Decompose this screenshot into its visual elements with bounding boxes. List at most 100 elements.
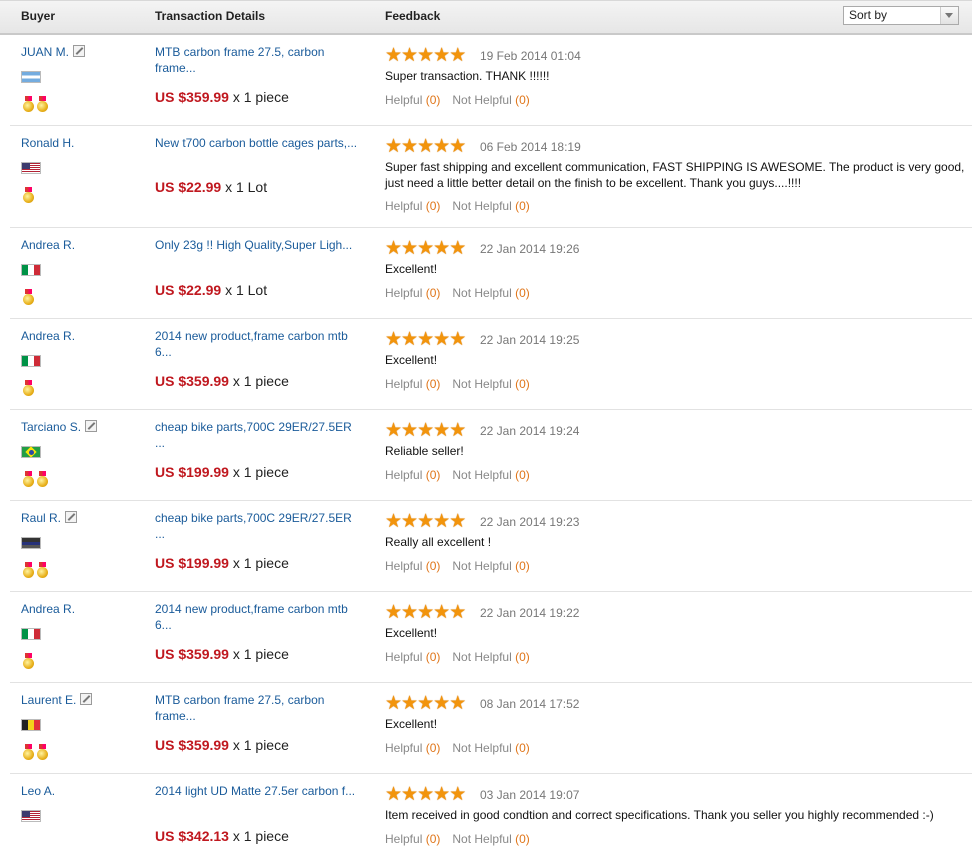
buyer-name-link[interactable]: Laurent E. xyxy=(21,693,93,707)
price-quantity: US $359.99 x 1 piece xyxy=(155,89,289,105)
chevron-down-icon[interactable] xyxy=(940,7,958,24)
table-row: Andrea R. 2014 new product,frame carbon m… xyxy=(10,318,972,410)
price-amount: US $359.99 xyxy=(155,737,229,753)
star-icon: ★ xyxy=(433,136,451,157)
helpful-votes: Helpful (0) Not Helpful (0) xyxy=(385,93,530,107)
edit-icon[interactable] xyxy=(85,420,98,432)
not-helpful-link[interactable]: Not Helpful xyxy=(452,559,511,573)
not-helpful-link[interactable]: Not Helpful xyxy=(452,741,511,755)
star-icon: ★ xyxy=(385,45,403,66)
buyer-name-link[interactable]: JUAN M. xyxy=(21,45,85,59)
helpful-link[interactable]: Helpful xyxy=(385,286,422,300)
star-icon: ★ xyxy=(401,136,419,157)
price-amount: US $359.99 xyxy=(155,373,229,389)
buyer-level-medals xyxy=(23,744,51,760)
table-row: Ronald H. New t700 carbon bottle cages pa… xyxy=(10,125,972,228)
price-quantity: US $22.99 x 1 Lot xyxy=(155,179,267,195)
star-icon: ★ xyxy=(385,693,403,714)
helpful-votes: Helpful (0) Not Helpful (0) xyxy=(385,286,530,300)
price-quantity: US $199.99 x 1 piece xyxy=(155,464,289,480)
price-amount: US $199.99 xyxy=(155,555,229,571)
helpful-link[interactable]: Helpful xyxy=(385,199,422,213)
not-helpful-link[interactable]: Not Helpful xyxy=(452,199,511,213)
medal-icon xyxy=(23,289,34,305)
star-icon: ★ xyxy=(401,238,419,259)
buyer-name-link[interactable]: Leo A. xyxy=(21,784,55,798)
helpful-link[interactable]: Helpful xyxy=(385,832,422,846)
buyer-name[interactable]: Ronald H. xyxy=(21,136,74,150)
not-helpful-link[interactable]: Not Helpful xyxy=(452,468,511,482)
helpful-link[interactable]: Helpful xyxy=(385,377,422,391)
not-helpful-count: (0) xyxy=(515,468,530,482)
product-title-link[interactable]: 2014 new product,frame carbon mtb 6... xyxy=(155,328,365,360)
product-title-link[interactable]: MTB carbon frame 27.5, carbon frame... xyxy=(155,692,365,724)
country-flag-icon xyxy=(21,628,41,640)
star-icon: ★ xyxy=(417,784,435,805)
buyer-name[interactable]: Laurent E. xyxy=(21,693,76,707)
star-icon: ★ xyxy=(417,511,435,532)
product-title-link[interactable]: Only 23g !! High Quality,Super Ligh... xyxy=(155,237,365,253)
edit-icon[interactable] xyxy=(65,511,78,523)
price-quantity: US $199.99 x 1 piece xyxy=(155,555,289,571)
rating-stars: ★★★★★ xyxy=(385,45,466,66)
buyer-name[interactable]: Leo A. xyxy=(21,784,55,798)
buyer-column-header: Buyer xyxy=(21,9,56,23)
feedback-date: 19 Feb 2014 01:04 xyxy=(480,49,581,63)
quantity: x 1 piece xyxy=(232,555,289,571)
helpful-link[interactable]: Helpful xyxy=(385,559,422,573)
buyer-name-link[interactable]: Andrea R. xyxy=(21,238,75,252)
quantity: x 1 piece xyxy=(232,464,289,480)
edit-icon[interactable] xyxy=(73,45,85,57)
quantity: x 1 piece xyxy=(232,828,289,844)
buyer-name-link[interactable]: Ronald H. xyxy=(21,136,74,150)
country-flag-icon xyxy=(21,537,41,549)
medal-icon xyxy=(37,471,48,487)
table-row: Laurent E. MTB carbon frame 27.5, carbon … xyxy=(10,682,972,774)
feedback-text: Excellent! xyxy=(385,262,438,276)
sort-by-dropdown[interactable]: Sort by xyxy=(843,6,959,25)
buyer-name-link[interactable]: Andrea R. xyxy=(21,329,75,343)
buyer-level-medals xyxy=(23,562,51,578)
product-title-link[interactable]: 2014 light UD Matte 27.5er carbon f... xyxy=(155,783,365,799)
helpful-votes: Helpful (0) Not Helpful (0) xyxy=(385,377,530,391)
product-title-link[interactable]: New t700 carbon bottle cages parts,... xyxy=(155,135,365,151)
product-title-link[interactable]: 2014 new product,frame carbon mtb 6... xyxy=(155,601,365,633)
price-quantity: US $359.99 x 1 piece xyxy=(155,373,289,389)
product-title-link[interactable]: cheap bike parts,700C 29ER/27.5ER ... xyxy=(155,419,365,451)
buyer-level-medals xyxy=(23,653,37,669)
product-title-link[interactable]: MTB carbon frame 27.5, carbon frame... xyxy=(155,44,365,76)
buyer-name-link[interactable]: Raul R. xyxy=(21,511,78,525)
helpful-count: (0) xyxy=(425,832,441,846)
star-icon: ★ xyxy=(449,602,467,623)
product-title-link[interactable]: cheap bike parts,700C 29ER/27.5ER ... xyxy=(155,510,365,542)
buyer-name[interactable]: Raul R. xyxy=(21,511,61,525)
buyer-name-link[interactable]: Tarciano S. xyxy=(21,420,98,434)
quantity: x 1 piece xyxy=(232,373,289,389)
helpful-link[interactable]: Helpful xyxy=(385,468,422,482)
not-helpful-link[interactable]: Not Helpful xyxy=(452,650,511,664)
not-helpful-link[interactable]: Not Helpful xyxy=(452,832,511,846)
not-helpful-link[interactable]: Not Helpful xyxy=(452,93,511,107)
buyer-name[interactable]: Andrea R. xyxy=(21,238,75,252)
buyer-name[interactable]: Tarciano S. xyxy=(21,420,81,434)
edit-icon[interactable] xyxy=(80,693,93,705)
medal-icon xyxy=(37,744,48,760)
star-icon: ★ xyxy=(433,45,451,66)
buyer-name-link[interactable]: Andrea R. xyxy=(21,602,75,616)
buyer-name[interactable]: JUAN M. xyxy=(21,45,69,59)
not-helpful-count: (0) xyxy=(515,741,530,755)
not-helpful-link[interactable]: Not Helpful xyxy=(452,286,511,300)
star-icon: ★ xyxy=(433,238,451,259)
rating-stars: ★★★★★ xyxy=(385,421,466,440)
price-quantity: US $22.99 x 1 Lot xyxy=(155,282,267,298)
not-helpful-link[interactable]: Not Helpful xyxy=(452,377,511,391)
helpful-link[interactable]: Helpful xyxy=(385,741,422,755)
feedback-text: Item received in good condtion and corre… xyxy=(385,808,934,822)
buyer-name[interactable]: Andrea R. xyxy=(21,602,75,616)
helpful-link[interactable]: Helpful xyxy=(385,93,422,107)
helpful-link[interactable]: Helpful xyxy=(385,650,422,664)
buyer-name[interactable]: Andrea R. xyxy=(21,329,75,343)
helpful-count: (0) xyxy=(425,468,441,482)
feedback-text: Excellent! xyxy=(385,353,438,367)
star-icon: ★ xyxy=(433,602,451,623)
